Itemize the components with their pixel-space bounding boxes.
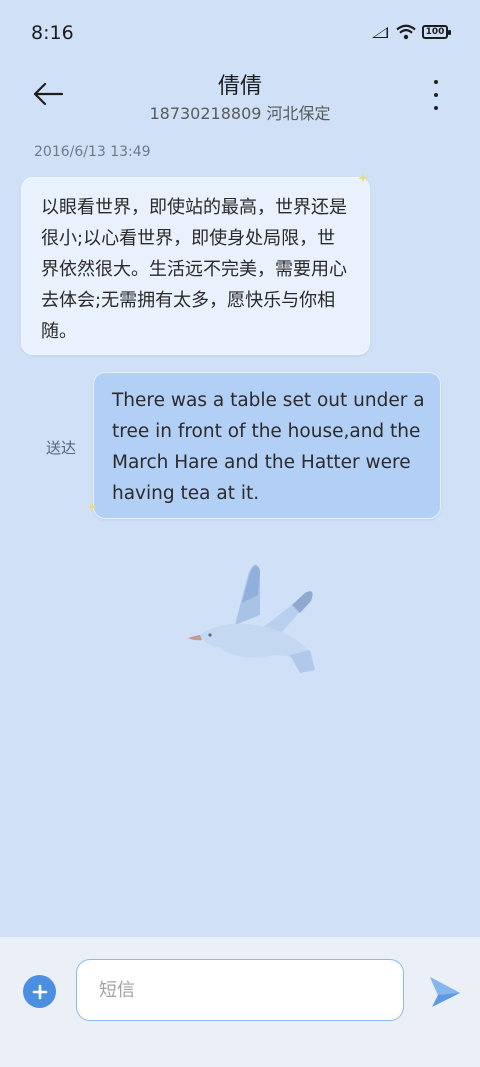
- message-input[interactable]: [76, 959, 404, 1021]
- outgoing-message-bubble[interactable]: There was a table set out under a tree i…: [93, 372, 441, 519]
- sparkle-icon: [87, 502, 97, 512]
- bird-illustration: [188, 564, 315, 673]
- signal-icon: [372, 27, 388, 38]
- plus-icon: [32, 984, 47, 999]
- battery-icon: 100: [422, 25, 451, 39]
- paper-plane-icon: [430, 977, 460, 1007]
- vertical-dots-icon: [434, 80, 438, 84]
- contact-detail: 18730218809 河北保定: [149, 104, 331, 123]
- contact-name: 倩倩: [217, 74, 262, 99]
- incoming-message-bubble[interactable]: 以眼看世界，即使站的最高，世界还是很小;以心看世界，即使身处局限，世界依然很大。…: [21, 177, 370, 355]
- delivery-status: 送达: [46, 439, 77, 457]
- status-time: 8:16: [31, 22, 74, 44]
- status-bar: 8:16 100: [0, 0, 480, 64]
- message-timestamp: 2016/6/13 13:49: [34, 144, 151, 160]
- status-icons: 100: [370, 24, 451, 40]
- send-button[interactable]: [424, 973, 462, 1009]
- more-options-button[interactable]: [428, 80, 444, 110]
- sparkle-icon: [358, 173, 368, 183]
- message-composer: [0, 937, 480, 1067]
- wifi-icon: [396, 24, 416, 40]
- conversation-header: 倩倩 18730218809 河北保定: [0, 64, 480, 130]
- add-attachment-button[interactable]: [23, 975, 56, 1008]
